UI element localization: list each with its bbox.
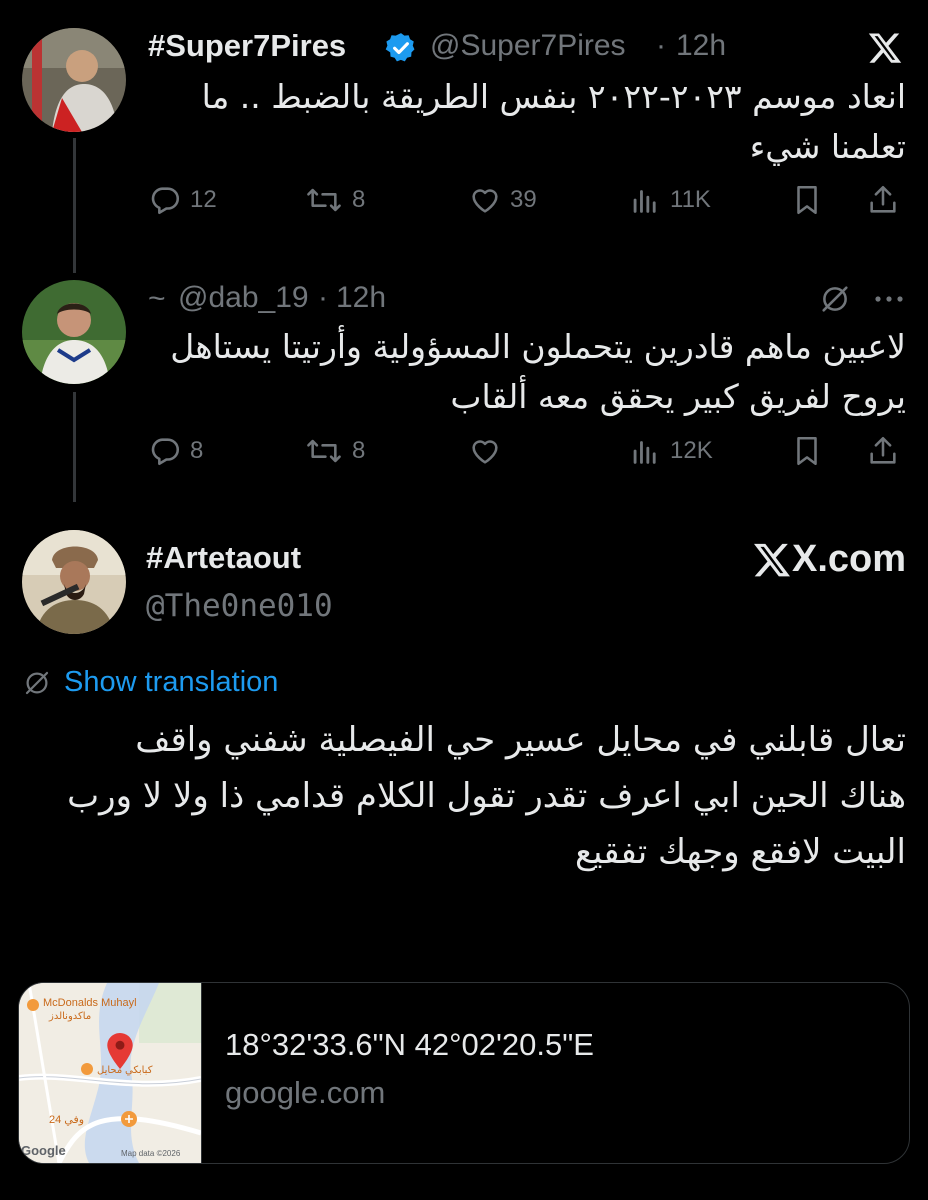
reply-button[interactable]: 12	[148, 183, 217, 217]
like-button[interactable]	[468, 434, 510, 468]
map-thumbnail[interactable]: McDonalds Muhayl ماكدونالدز كبابكي محايل…	[19, 983, 202, 1163]
tweet-text-line: يروح لفريق كبير يحقق معه ألقاب	[450, 377, 906, 416]
like-icon	[472, 440, 498, 464]
tweet-text: لاعبين ماهم قادرين يتحملون المسؤولية وأر…	[166, 322, 906, 422]
tweet-text-line: انعاد موسم ٢٠٢٣-٢٠٢٢ بنفس الطريقة بالضبط…	[201, 77, 906, 116]
x-logo-icon	[754, 543, 790, 576]
views-count: 11K	[670, 186, 711, 213]
reply-icon	[151, 187, 180, 215]
thread-line	[73, 138, 76, 273]
author-handle[interactable]: @dab_19	[178, 281, 309, 315]
reply-count: 8	[190, 437, 204, 464]
repost-button[interactable]: 8	[304, 183, 365, 217]
views-icon	[633, 441, 656, 464]
repost-count: 8	[352, 437, 366, 464]
share-icon[interactable]	[866, 183, 900, 217]
separator: ·	[318, 281, 328, 314]
link-card[interactable]: McDonalds Muhayl ماكدونالدز كبابكي محايل…	[18, 982, 910, 1164]
bookmark-icon[interactable]	[790, 183, 824, 217]
map-pin-icon	[107, 1033, 133, 1069]
timestamp[interactable]: 12h	[336, 281, 386, 315]
bookmark-icon[interactable]	[790, 434, 824, 468]
translate-icon	[25, 671, 49, 694]
share-icon[interactable]	[866, 434, 900, 468]
separator: ·	[656, 29, 666, 62]
link-card-title[interactable]: 18°32'33.6"N 42°02'20.5"E	[225, 1027, 594, 1063]
reply-button[interactable]: 8	[148, 434, 203, 468]
timestamp[interactable]: 12h	[676, 29, 726, 63]
avatar[interactable]	[22, 530, 126, 634]
views-button[interactable]: 12K	[628, 434, 713, 468]
thread-line	[73, 392, 76, 502]
avatar[interactable]	[22, 28, 126, 132]
map-place-label: ماكدونالدز	[49, 1011, 92, 1022]
like-icon	[472, 189, 498, 213]
author-name[interactable]: #Super7Pires	[148, 28, 346, 64]
verified-icon	[385, 33, 415, 62]
tweet-text-line: تعلمنا شيء	[749, 127, 906, 166]
repost-icon	[307, 188, 341, 212]
author-handle[interactable]: @The0ne010	[146, 588, 333, 624]
map-google-logo: Google	[21, 1143, 66, 1158]
show-translation-label[interactable]: Show translation	[64, 666, 278, 699]
x-logo-icon[interactable]	[866, 30, 904, 66]
tweet-text-line: تعال قابلني في محايل عسير حي الفيصلية شف…	[135, 720, 906, 760]
show-translation-link[interactable]: Show translation	[22, 666, 278, 699]
repost-count: 8	[352, 186, 366, 213]
like-button[interactable]: 39	[468, 183, 537, 217]
repost-button[interactable]: 8	[304, 434, 365, 468]
action-bar: 12 8 39 11K	[148, 183, 908, 223]
site-logo-text: X.com	[792, 538, 907, 580]
author-name[interactable]: #Artetaout	[146, 540, 301, 576]
map-place-label: وفي 24	[49, 1114, 85, 1126]
tweet-text-line: لاعبين ماهم قادرين يتحملون المسؤولية وأر…	[170, 327, 906, 366]
views-button[interactable]: 11K	[628, 183, 711, 217]
link-card-domain: google.com	[225, 1075, 386, 1110]
tweet-text-line: البيت لافقع وجهك تفقيع	[574, 832, 906, 872]
map-place-label: McDonalds Muhayl	[43, 997, 137, 1009]
author-handle[interactable]: @Super7Pires	[430, 29, 626, 63]
views-count: 12K	[670, 437, 713, 464]
views-icon	[633, 190, 656, 213]
tweet-text: انعاد موسم ٢٠٢٣-٢٠٢٢ بنفس الطريقة بالضبط…	[186, 72, 906, 172]
reply-icon	[151, 438, 180, 466]
tweet-text-line: هناك الحين ابي اعرف تقدر تقول الكلام قدا…	[67, 776, 906, 816]
more-icon[interactable]	[872, 290, 906, 308]
action-bar: 8 8 12K	[148, 434, 908, 474]
no-translate-icon[interactable]	[818, 282, 852, 316]
site-logo: X.com	[750, 538, 906, 581]
author-name[interactable]: ~	[148, 282, 166, 316]
tweet-text: تعال قابلني في محايل عسير حي الفيصلية شف…	[16, 712, 906, 880]
like-count: 39	[510, 186, 537, 213]
reply-count: 12	[190, 186, 217, 213]
avatar[interactable]	[22, 280, 126, 384]
repost-icon	[307, 439, 341, 463]
map-attribution: Map data ©2026	[121, 1149, 181, 1158]
